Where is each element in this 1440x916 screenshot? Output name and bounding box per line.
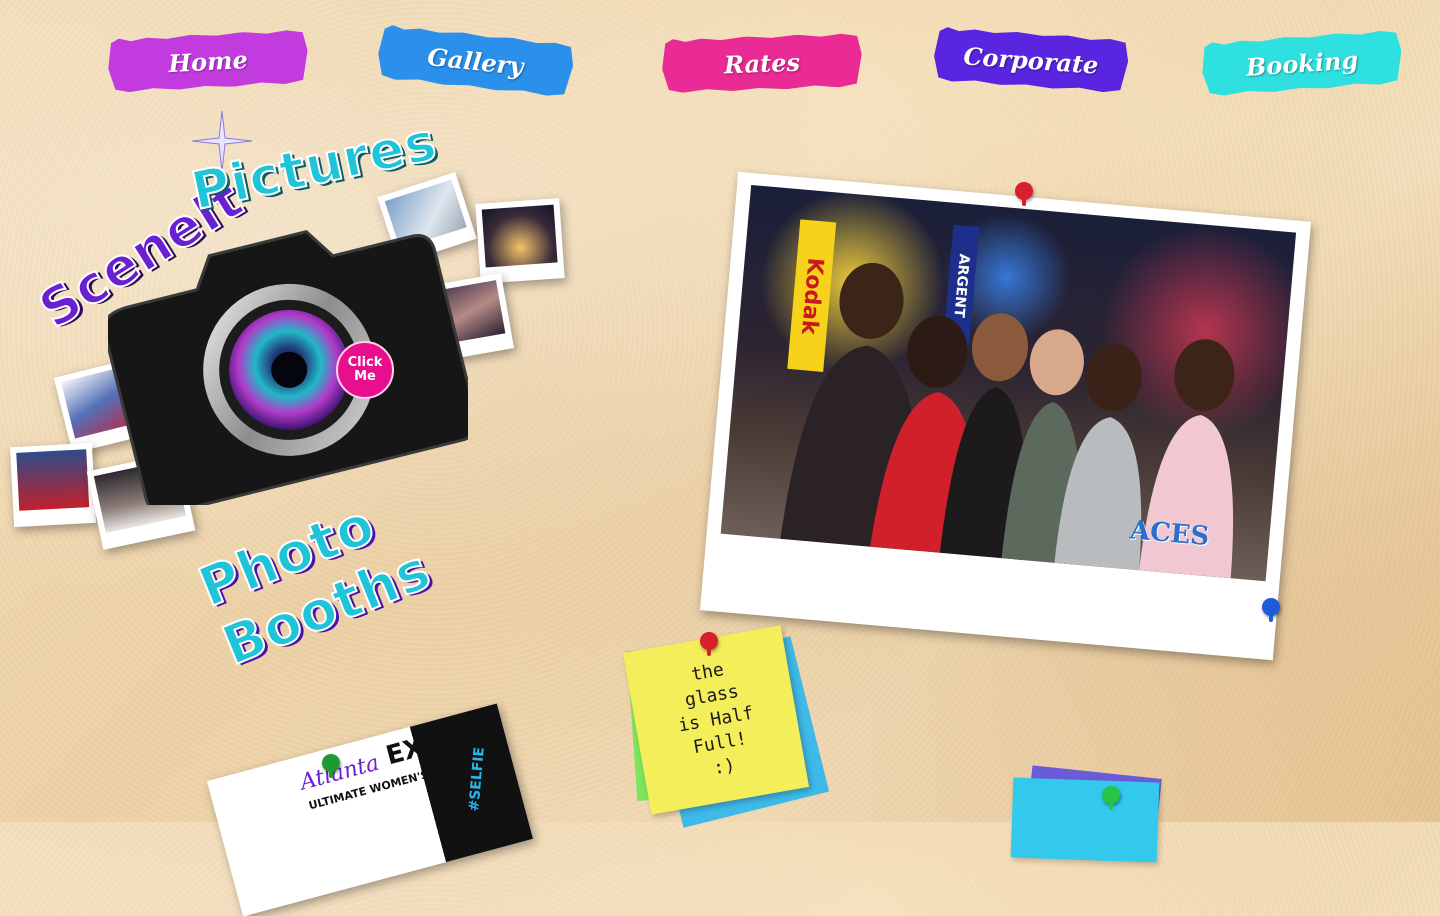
red-pin-icon (1015, 182, 1033, 206)
nav-rates-button[interactable]: Rates (661, 33, 863, 94)
logo[interactable]: Click Me SceneIt Pictures Photo Booths (0, 105, 580, 679)
nav-home-button[interactable]: Home (107, 29, 310, 93)
hero-photo-frame[interactable]: Kodak ARGENT ACES (699, 171, 1312, 661)
nav-rates-label: Rates (723, 47, 801, 79)
blue-pin-icon (1262, 598, 1280, 622)
mini-photo-redcarpet (9, 442, 97, 528)
nav-corporate-label: Corporate (962, 40, 1100, 80)
sticky-note-stack: the glass is Half Full! :) (622, 625, 830, 828)
cyan-note (1010, 765, 1162, 863)
nav-booking-button[interactable]: Booking (1200, 29, 1403, 97)
green-pin-icon-2 (1102, 786, 1120, 810)
mini-photo-eiffel (475, 198, 565, 284)
sticky-note: the glass is Half Full! :) (622, 625, 810, 815)
sticky-note-text: the glass is Half Full! :) (676, 659, 756, 780)
nav-home-label: Home (167, 44, 249, 78)
green-pin-icon (322, 754, 340, 778)
click-me-label: Click Me (347, 355, 383, 384)
nav-gallery-button[interactable]: Gallery (376, 24, 576, 98)
nav-booking-label: Booking (1244, 44, 1360, 82)
nav-gallery-label: Gallery (426, 41, 525, 81)
nav-corporate-button[interactable]: Corporate (932, 26, 1129, 93)
hero-photo: Kodak ARGENT ACES (720, 184, 1297, 582)
expo-card[interactable]: Atlanta EXPO ULTIMATE WOMEN'S #SELFIE (206, 703, 534, 916)
click-me-badge[interactable]: Click Me (336, 341, 394, 399)
red-pin-icon-sticky (700, 632, 718, 656)
